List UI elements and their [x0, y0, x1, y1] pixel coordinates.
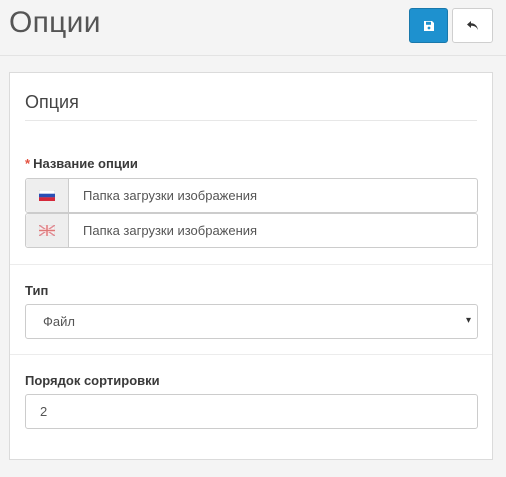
option-name-ru-input[interactable]: [69, 179, 477, 212]
option-panel: Опция * Название опции Папка загрузки из…: [9, 72, 493, 460]
type-select[interactable]: Файл ▾: [25, 304, 478, 339]
chevron-down-icon: ▾: [465, 315, 471, 326]
page-title: Опции: [9, 6, 101, 39]
russia-flag-icon: [39, 190, 55, 201]
panel-title: Опция: [25, 92, 79, 112]
sort-order-input[interactable]: [25, 394, 478, 429]
type-selected-value: Файл: [43, 314, 75, 329]
sort-order-label: Порядок сортировки: [25, 373, 160, 388]
option-name-en-group: [25, 213, 478, 248]
language-addon-en: [26, 214, 69, 247]
language-addon-ru: [26, 179, 69, 212]
option-name-label-text: Название опции: [33, 156, 138, 171]
field-divider: [10, 354, 492, 355]
save-button[interactable]: [409, 8, 448, 43]
option-name-en-input[interactable]: [69, 214, 477, 247]
back-button[interactable]: [452, 8, 493, 43]
field-divider: [10, 264, 492, 265]
save-icon: [423, 20, 434, 31]
panel-heading: Опция: [25, 91, 477, 121]
type-label: Тип: [25, 283, 49, 298]
page-header: Опции: [0, 0, 506, 56]
option-name-label: * Название опции: [25, 156, 138, 171]
uk-flag-icon: [39, 225, 55, 236]
reply-icon: [466, 20, 478, 30]
required-mark: *: [25, 156, 31, 171]
option-name-ru-group: [25, 178, 478, 213]
